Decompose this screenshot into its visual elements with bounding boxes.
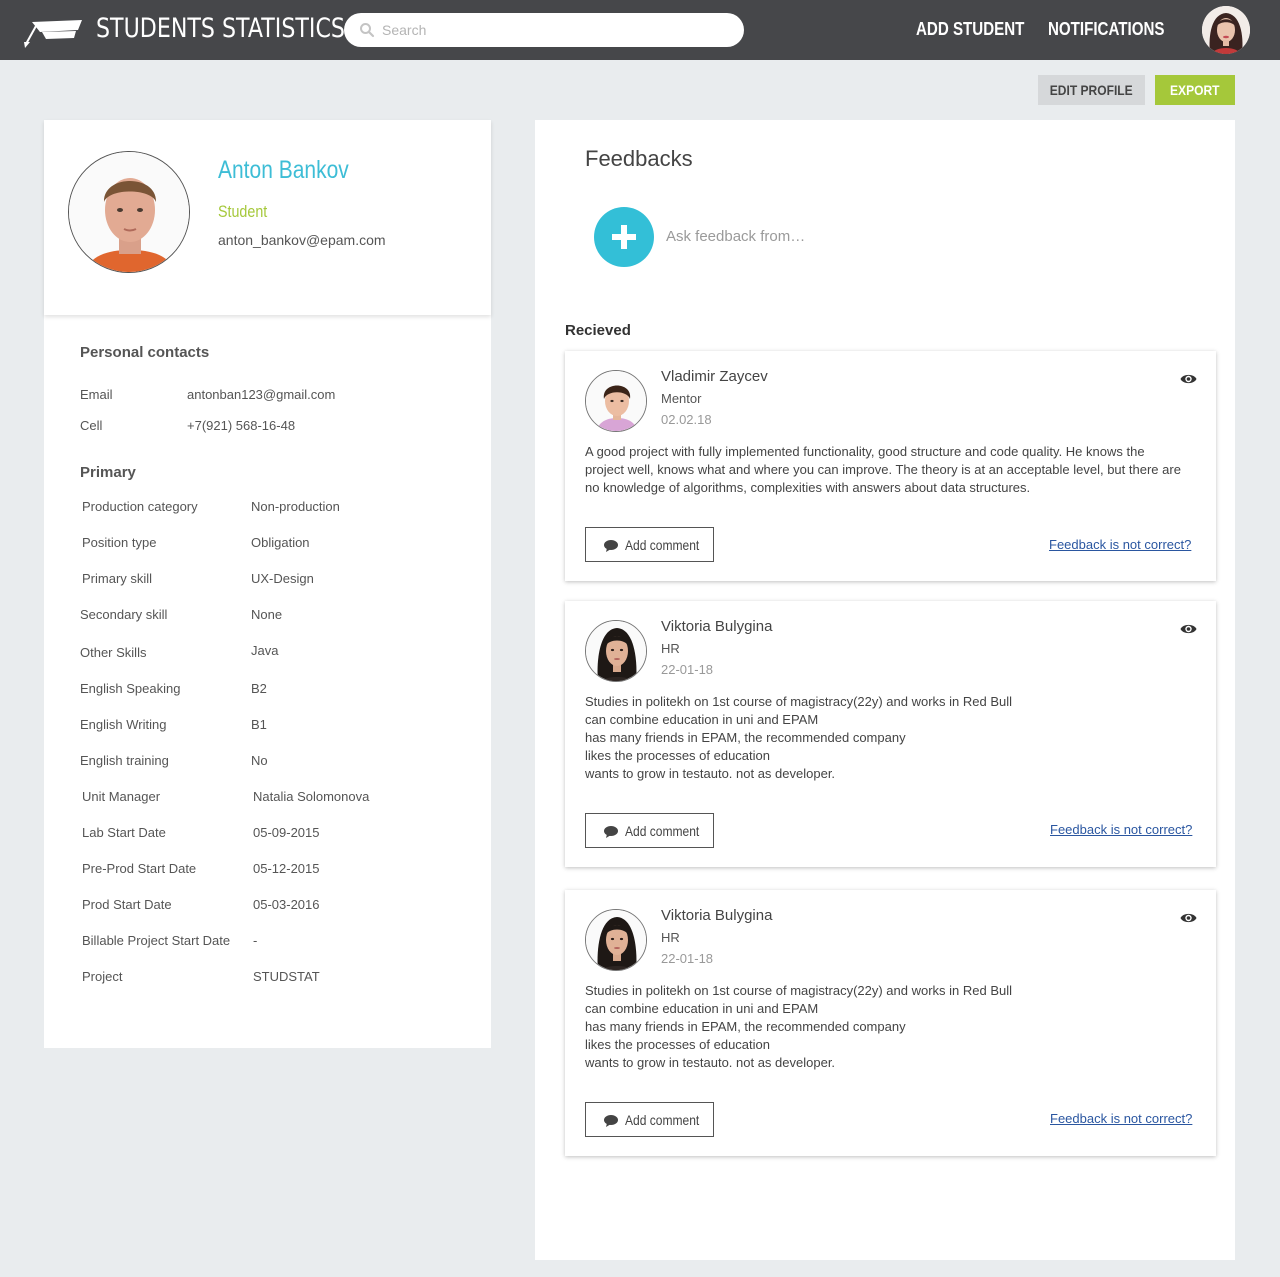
notifications-link[interactable]: NOTIFICATIONS [1048, 19, 1164, 40]
ask-feedback-input[interactable]: Ask feedback from… [666, 228, 805, 245]
feedback-date: 22-01-18 [661, 951, 714, 966]
eye-icon[interactable] [1180, 622, 1197, 636]
edit-profile-button[interactable]: EDIT PROFILE [1038, 75, 1145, 105]
feedback-text: Studies in politekh on 1st course of mag… [585, 694, 1013, 781]
primary-label: Primary skill [82, 571, 153, 586]
feedbacks-panel: Feedbacks Ask feedback from… Recieved Vl… [535, 120, 1235, 1260]
search-bar[interactable] [344, 13, 744, 47]
plus-icon [612, 225, 636, 249]
primary-label: Lab Start Date [82, 825, 166, 840]
primary-value: 05-12-2015 [253, 861, 320, 876]
personal-contacts-title: Personal contacts [80, 344, 210, 361]
primary-value: B2 [251, 681, 267, 696]
eye-icon[interactable] [1180, 372, 1197, 386]
profile-photo-image [69, 152, 189, 272]
primary-value: Natalia Solomonova [253, 789, 370, 804]
contact-label: Email [80, 387, 113, 402]
primary-label: English Writing [80, 717, 167, 732]
feedback-author-role: Mentor [661, 391, 702, 406]
feedback-author-name: Vladimir Zaycev [661, 368, 768, 385]
feedback-text: Studies in politekh on 1st course of mag… [585, 983, 1013, 1070]
add-comment-button[interactable]: Add comment [585, 813, 714, 848]
chat-bubble-icon [604, 540, 618, 552]
feedback-author-photo [586, 910, 646, 970]
primary-value: B1 [251, 717, 267, 732]
ask-feedback-button[interactable] [594, 207, 654, 267]
feedback-not-correct-link[interactable]: Feedback is not correct? [1050, 822, 1192, 837]
user-avatar[interactable] [1202, 6, 1250, 54]
feedback-author-role: HR [661, 641, 680, 656]
primary-value: Obligation [251, 535, 310, 550]
feedback-not-correct-link[interactable]: Feedback is not correct? [1050, 1111, 1192, 1126]
primary-value: None [251, 607, 283, 622]
received-label: Recieved [565, 322, 631, 339]
app-title[interactable]: STUDENTS STATISTICS [96, 13, 345, 44]
primary-label: Position type [82, 535, 157, 550]
feedback-date: 22-01-18 [661, 662, 714, 677]
feedbacks-title: Feedbacks [585, 146, 693, 171]
primary-label: Production category [82, 499, 198, 514]
feedback-not-correct-link[interactable]: Feedback is not correct? [1049, 537, 1191, 552]
primary-value: No [251, 753, 268, 768]
profile-header: Anton Bankov Student anton_bankov@epam.c… [44, 120, 491, 315]
feedback-card: Viktoria Bulygina HR 22-01-18 Studies in… [565, 601, 1216, 867]
feedback-author-avatar [585, 620, 647, 682]
primary-value: STUDSTAT [253, 969, 320, 984]
feedback-card: Viktoria Bulygina HR 22-01-18 Studies in… [565, 890, 1216, 1156]
feedback-text: A good project with fully implemented fu… [585, 444, 1181, 495]
primary-value: 05-09-2015 [253, 825, 320, 840]
profile-email: anton_bankov@epam.com [218, 232, 386, 248]
primary-label: English training [80, 753, 169, 768]
contact-value: +7(921) 568-16-48 [187, 418, 296, 433]
primary-value: 05-03-2016 [253, 897, 320, 912]
feedback-author-avatar [585, 909, 647, 971]
contact-value: antonban123@gmail.com [187, 387, 336, 402]
primary-label: Pre-Prod Start Date [82, 861, 197, 876]
feedback-author-avatar [585, 370, 647, 432]
chat-bubble-icon [604, 826, 618, 838]
search-input[interactable] [382, 13, 722, 47]
feedback-author-name: Viktoria Bulygina [661, 907, 773, 924]
primary-value: - [253, 933, 258, 948]
feedback-author-photo [586, 621, 646, 681]
add-comment-label: Add comment [625, 1112, 700, 1128]
feedback-author-photo [586, 371, 646, 431]
edit-profile-label: EDIT PROFILE [1050, 82, 1133, 98]
feedback-card: Vladimir Zaycev Mentor 02.02.18 A good p… [565, 351, 1216, 581]
primary-label: English Speaking [80, 681, 181, 696]
chat-bubble-icon [604, 1115, 618, 1127]
export-button[interactable]: EXPORT [1155, 75, 1235, 105]
export-label: EXPORT [1170, 82, 1220, 98]
profile-photo [68, 151, 190, 273]
top-bar: STUDENTS STATISTICS ADD STUDENT NOTIFICA… [0, 0, 1280, 60]
primary-label: Project [82, 969, 123, 984]
profile-name: Anton Bankov [218, 156, 349, 184]
primary-title: Primary [80, 464, 136, 481]
primary-value: Non-production [251, 499, 340, 514]
primary-value: Java [251, 643, 279, 658]
contact-label: Cell [80, 418, 103, 433]
profile-role: Student [218, 202, 268, 221]
feedback-author-name: Viktoria Bulygina [661, 618, 773, 635]
add-comment-button[interactable]: Add comment [585, 527, 714, 562]
add-student-link[interactable]: ADD STUDENT [916, 19, 1024, 40]
primary-label: Billable Project Start Date [82, 933, 231, 948]
primary-label: Unit Manager [82, 789, 161, 804]
primary-label: Prod Start Date [82, 897, 172, 912]
primary-value: UX-Design [251, 571, 314, 586]
eye-icon[interactable] [1180, 911, 1197, 925]
add-comment-label: Add comment [625, 823, 700, 839]
feedback-author-role: HR [661, 930, 680, 945]
add-comment-button[interactable]: Add comment [585, 1102, 714, 1137]
feedback-date: 02.02.18 [661, 412, 712, 427]
graduation-cap-icon[interactable] [22, 16, 84, 48]
primary-label: Other Skills [80, 645, 147, 660]
user-avatar-image [1202, 6, 1250, 54]
add-comment-label: Add comment [625, 537, 700, 553]
profile-card: Anton Bankov Student anton_bankov@epam.c… [44, 120, 491, 1048]
primary-label: Secondary skill [80, 607, 168, 622]
search-icon [360, 23, 375, 38]
